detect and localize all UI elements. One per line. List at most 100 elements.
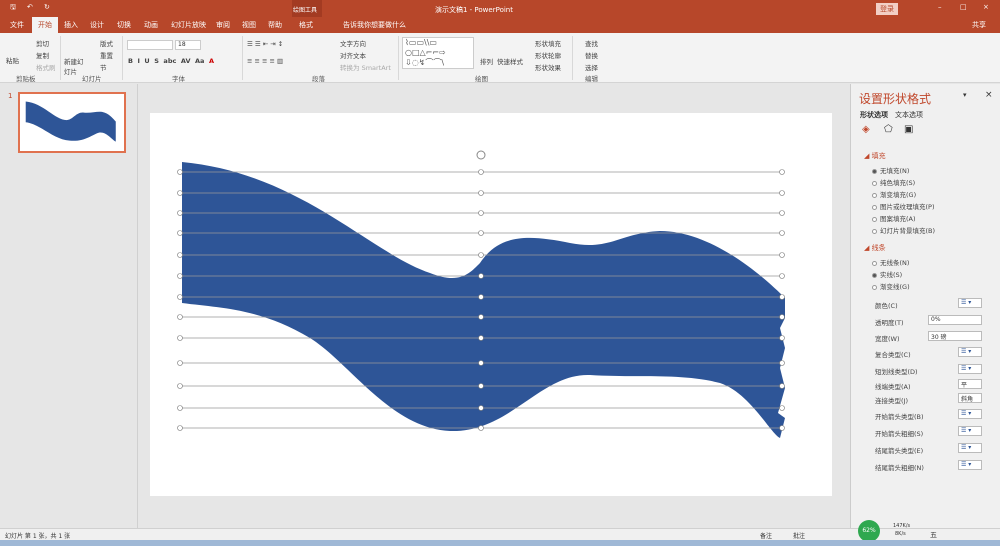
selection-handle[interactable]	[177, 252, 183, 258]
selection-handle[interactable]	[779, 383, 785, 389]
selection-handle[interactable]	[779, 425, 785, 431]
layout-button[interactable]: 版式	[100, 38, 113, 48]
selection-handle[interactable]	[478, 169, 484, 175]
fill-option[interactable]: 图片或纹理填充(P)	[872, 201, 935, 211]
radio-button[interactable]	[872, 216, 877, 222]
selection-handle[interactable]	[779, 273, 785, 279]
selection-handle[interactable]	[779, 405, 785, 411]
fill-section[interactable]: ◢ 填充	[864, 151, 886, 161]
selection-handle[interactable]	[478, 383, 484, 389]
share-button[interactable]: 共享	[972, 20, 986, 30]
font-format-buttons[interactable]: B I U S abc AV Aa A	[128, 57, 214, 65]
property-control[interactable]: 斜角	[958, 393, 982, 403]
align-buttons[interactable]: ≡ ≡ ≡ ≡ ▥	[247, 57, 283, 65]
property-control[interactable]: ☰ ▾	[958, 409, 982, 419]
selection-handle[interactable]	[177, 360, 183, 366]
save-icon[interactable]: 🖫	[10, 3, 16, 14]
selection-handle[interactable]	[177, 294, 183, 300]
selection-handle[interactable]	[779, 294, 785, 300]
radio-button[interactable]	[872, 228, 877, 234]
line-option[interactable]: 渐变线(G)	[872, 281, 910, 291]
paste-button[interactable]: 粘贴	[6, 55, 19, 65]
tab-home[interactable]: 开始	[32, 17, 58, 33]
line-option[interactable]: 无线条(N)	[872, 257, 909, 267]
property-control[interactable]: 30 磅	[928, 331, 982, 341]
select-button[interactable]: 选择	[585, 62, 598, 72]
selection-handle[interactable]	[779, 210, 785, 216]
find-button[interactable]: 查找	[585, 38, 598, 48]
rotate-handle[interactable]	[476, 150, 486, 160]
size-properties-icon[interactable]: ▣	[904, 124, 913, 135]
text-direction-button[interactable]: 文字方向	[340, 38, 366, 48]
selection-handle[interactable]	[478, 190, 484, 196]
selection-handle[interactable]	[478, 252, 484, 258]
selection-handle[interactable]	[478, 210, 484, 216]
minimize-button[interactable]: –	[938, 3, 942, 11]
tab-shape-options[interactable]: 形状选项	[860, 110, 888, 120]
font-size-input[interactable]: 18	[175, 40, 201, 50]
tab-slideshow[interactable]: 幻灯片放映	[171, 20, 206, 30]
paragraph-buttons[interactable]: ☰ ☰ ⇤ ⇥ ↕	[247, 40, 283, 48]
selection-handle[interactable]	[779, 190, 785, 196]
replace-button[interactable]: 替换	[585, 50, 598, 60]
radio-button[interactable]	[872, 192, 877, 198]
undo-icon[interactable]: ↶	[27, 3, 33, 11]
fill-option[interactable]: 图案填充(A)	[872, 213, 916, 223]
selection-handle[interactable]	[177, 383, 183, 389]
section-button[interactable]: 节	[100, 62, 107, 72]
selection-handle[interactable]	[177, 273, 183, 279]
login-button[interactable]: 登录	[876, 3, 898, 15]
copy-button[interactable]: 复制	[36, 50, 49, 60]
redo-icon[interactable]: ↻	[44, 3, 50, 11]
tab-insert[interactable]: 插入	[64, 20, 78, 30]
fill-option[interactable]: 纯色填充(S)	[872, 177, 915, 187]
radio-button[interactable]	[872, 272, 877, 278]
tab-transitions[interactable]: 切换	[117, 20, 131, 30]
shape-effects-button[interactable]: 形状效果	[535, 62, 561, 72]
fill-line-icon[interactable]: ◈	[862, 124, 870, 135]
selection-handle[interactable]	[779, 360, 785, 366]
property-control[interactable]: 0%	[928, 315, 982, 325]
selection-handle[interactable]	[478, 335, 484, 341]
radio-button[interactable]	[872, 284, 877, 290]
selection-handle[interactable]	[177, 210, 183, 216]
selection-handle[interactable]	[177, 190, 183, 196]
property-control[interactable]: ☰ ▾	[958, 443, 982, 453]
reset-button[interactable]: 重置	[100, 50, 113, 60]
align-text-button[interactable]: 对齐文本	[340, 50, 366, 60]
tab-file[interactable]: 文件	[10, 20, 24, 30]
font-name-input[interactable]	[127, 40, 173, 50]
effects-icon[interactable]: ⬠	[884, 124, 893, 135]
selection-handle[interactable]	[478, 360, 484, 366]
property-control[interactable]: ☰ ▾	[958, 347, 982, 357]
comments-button[interactable]: 批注	[793, 531, 805, 540]
radio-button[interactable]	[872, 204, 877, 210]
selection-handle[interactable]	[177, 335, 183, 341]
selection-handle[interactable]	[478, 425, 484, 431]
selection-handle[interactable]	[177, 405, 183, 411]
selection-handle[interactable]	[478, 314, 484, 320]
radio-button[interactable]	[872, 168, 877, 174]
close-button[interactable]: ×	[983, 3, 989, 11]
selection-handle[interactable]	[779, 252, 785, 258]
selection-handle[interactable]	[478, 273, 484, 279]
tell-me-search[interactable]: 告诉我你想要做什么	[343, 20, 406, 30]
tab-review[interactable]: 审阅	[216, 20, 230, 30]
selection-handle[interactable]	[478, 294, 484, 300]
tab-animations[interactable]: 动画	[144, 20, 158, 30]
tab-text-options[interactable]: 文本选项	[895, 110, 923, 120]
tab-format[interactable]: 格式	[299, 20, 313, 30]
wave-shape[interactable]	[150, 113, 832, 496]
cut-button[interactable]: 剪切	[36, 38, 49, 48]
smartart-button[interactable]: 转换为 SmartArt	[340, 62, 391, 72]
fill-option[interactable]: 渐变填充(G)	[872, 189, 916, 199]
notes-button[interactable]: 备注	[760, 531, 772, 540]
fill-option[interactable]: 无填充(N)	[872, 165, 909, 175]
shapes-gallery[interactable]: ⌇▭▭\\▭ ○□△⌐⌐⇨ ⇩◌↯⌒⌒\	[402, 37, 474, 69]
property-control[interactable]: ☰ ▾	[958, 426, 982, 436]
radio-button[interactable]	[872, 180, 877, 186]
line-option[interactable]: 实线(S)	[872, 269, 902, 279]
property-control[interactable]: ☰ ▾	[958, 460, 982, 470]
quick-styles-button[interactable]: 快速样式	[497, 56, 523, 66]
property-control[interactable]: ☰ ▾	[958, 364, 982, 374]
